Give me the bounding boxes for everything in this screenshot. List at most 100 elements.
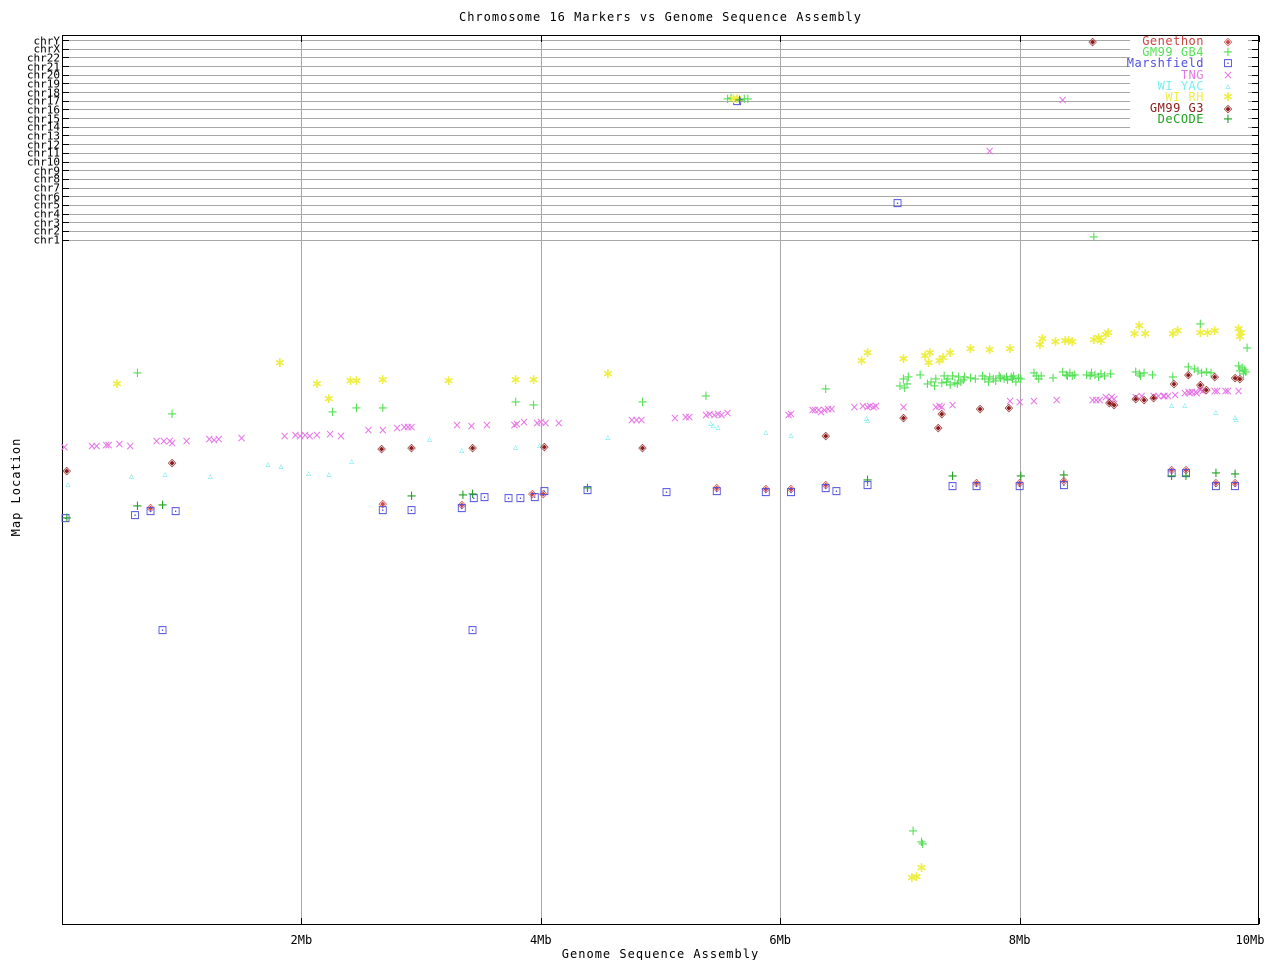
top-tick-6Mb	[780, 36, 782, 42]
data-point-tng: ×	[213, 432, 224, 446]
data-point-gm99-g3: ◈	[1210, 370, 1219, 383]
right-tick-chr15	[1252, 118, 1258, 120]
data-point-marshfield: ⊡	[515, 491, 526, 505]
plot-frame	[62, 35, 1259, 925]
data-point-wi-rh: ∗	[964, 341, 977, 357]
legend: Genethon ◈ GM99 GB4 + Marshfield ⊡ TNG × WI YAC ▵…	[1127, 35, 1248, 128]
data-point-decode: +	[1180, 469, 1192, 484]
data-point-gm99-gb4: +	[637, 395, 648, 410]
x-tick-label-6Mb: 6Mb	[769, 933, 792, 947]
left-tick-chr11	[63, 152, 69, 154]
data-point-marshfield: ⊡	[831, 484, 842, 498]
data-point-tng: ×	[984, 144, 995, 158]
right-tick-chr16	[1252, 109, 1258, 111]
data-point-marshfield: ⊡	[479, 490, 490, 504]
data-point-decode: +	[862, 473, 874, 488]
left-tick-chr13	[63, 135, 69, 137]
data-point-decode: +	[1210, 466, 1222, 481]
data-point-tng: ×	[636, 413, 647, 427]
right-tick-chr22	[1252, 57, 1258, 59]
data-point-wi-yac: ▵	[1233, 414, 1239, 425]
data-point-gm99-gb4: +	[528, 398, 540, 413]
data-point-decode: +	[1166, 469, 1178, 484]
left-tick-chrX	[63, 48, 69, 50]
data-point-wi-rh: ∗	[1066, 334, 1079, 350]
chromosome-gridline-chr6	[63, 196, 1258, 198]
data-point-gm99-gb4: +	[820, 382, 832, 397]
cross-marker-icon: ×	[1222, 67, 1234, 82]
data-point-decode: +	[947, 469, 959, 484]
bottom-tick-2Mb	[301, 918, 303, 924]
data-point-gm99-g3: ◈	[937, 407, 947, 420]
left-tick-chr17	[63, 100, 69, 102]
data-point-decode: +	[61, 511, 73, 526]
data-point-gm99-gb4: +	[377, 401, 389, 416]
left-tick-chr22	[63, 57, 69, 59]
left-tick-chr5	[63, 204, 69, 206]
x-tick-label-8Mb: 8Mb	[1008, 933, 1031, 947]
data-point-marshfield: ⊡	[971, 479, 982, 493]
chromosome-gridline-chr2	[63, 230, 1258, 232]
right-tick-chr9	[1252, 170, 1258, 172]
data-point-tng: ×	[1028, 394, 1039, 408]
data-point-gm99-g3: ◈	[1202, 383, 1211, 396]
left-tick-chr2	[63, 230, 69, 232]
chromosome-gridline-chr22	[63, 57, 1258, 59]
left-tick-chr3	[63, 222, 69, 224]
data-point-tng: ×	[125, 439, 136, 453]
data-point-wi-rh: ∗	[1004, 341, 1016, 357]
chromosome-gridline-chr9	[63, 170, 1258, 172]
data-point-gm99-gb4: +	[166, 407, 178, 422]
data-point-gm99-g3: ◈	[167, 456, 177, 469]
data-point-tng: ×	[785, 407, 796, 421]
right-tick-chr4	[1252, 213, 1258, 215]
data-point-wi-rh: ∗	[1233, 329, 1246, 345]
right-tick-chr12	[1252, 144, 1258, 146]
plus-marker-icon: +	[1222, 112, 1234, 128]
x-tick-label-2Mb: 2Mb	[290, 933, 313, 947]
chromosome-gridline-chr3	[63, 222, 1258, 224]
chromosome-gridline-chr12	[63, 144, 1258, 146]
data-point-wi-rh: ∗	[527, 372, 540, 388]
data-point-decode: +	[1229, 467, 1241, 482]
chromosome-gridline-chr14	[63, 126, 1258, 128]
data-point-tng: ×	[826, 402, 837, 416]
data-point-tng: ×	[553, 416, 564, 430]
right-tick-chr11	[1252, 152, 1258, 154]
x-axis-label: Genome Sequence Assembly	[561, 947, 760, 960]
data-point-wi-yac: ▵	[1213, 407, 1219, 418]
data-point-wi-yac: ▵	[605, 432, 611, 443]
data-point-wi-rh: ∗	[376, 372, 389, 388]
chromosome-gridline-chr8	[63, 178, 1258, 180]
chromosome-gridline-chr5	[63, 204, 1258, 206]
data-point-gm99-g3: ◈	[821, 429, 830, 442]
data-point-marshfield: ⊡	[1210, 479, 1221, 493]
data-point-gm99-gb4: +	[1015, 372, 1027, 387]
data-point-tng: ×	[59, 440, 70, 454]
data-point-tng: ×	[466, 419, 477, 433]
left-tick-chr18	[63, 92, 69, 94]
data-point-gm99-g3: ◈	[540, 440, 549, 453]
left-tick-chr6	[63, 196, 69, 198]
data-point-tng: ×	[236, 431, 247, 445]
bottom-tick-6Mb	[780, 918, 782, 924]
data-point-tng: ×	[377, 423, 388, 437]
chart-canvas: Chromosome 16 Markers vs Genome Sequence…	[0, 0, 1280, 960]
chromosome-gridline-chr7	[63, 187, 1258, 189]
data-point-wi-rh: ∗	[323, 391, 335, 407]
data-point-wi-yac: ▵	[65, 479, 71, 490]
data-point-tng: ×	[167, 436, 178, 450]
data-point-gm99-g3: ◈	[1004, 401, 1014, 414]
data-point-gm99-gb4: +	[917, 837, 929, 852]
data-point-tng: ×	[519, 415, 530, 429]
data-point-decode: +	[582, 481, 593, 496]
data-point-wi-yac: ▵	[128, 471, 134, 482]
data-point-decode: +	[467, 487, 479, 502]
data-point-tng: ×	[363, 423, 374, 437]
legend-label: DeCODE	[1157, 112, 1204, 127]
chromosome-gridline-chr16	[63, 109, 1258, 111]
data-point-wi-rh: ∗	[1036, 331, 1049, 347]
right-tick-chr13	[1252, 135, 1258, 137]
data-point-tng: ×	[1057, 93, 1068, 107]
chromosome-gridline-chr1	[63, 239, 1258, 241]
